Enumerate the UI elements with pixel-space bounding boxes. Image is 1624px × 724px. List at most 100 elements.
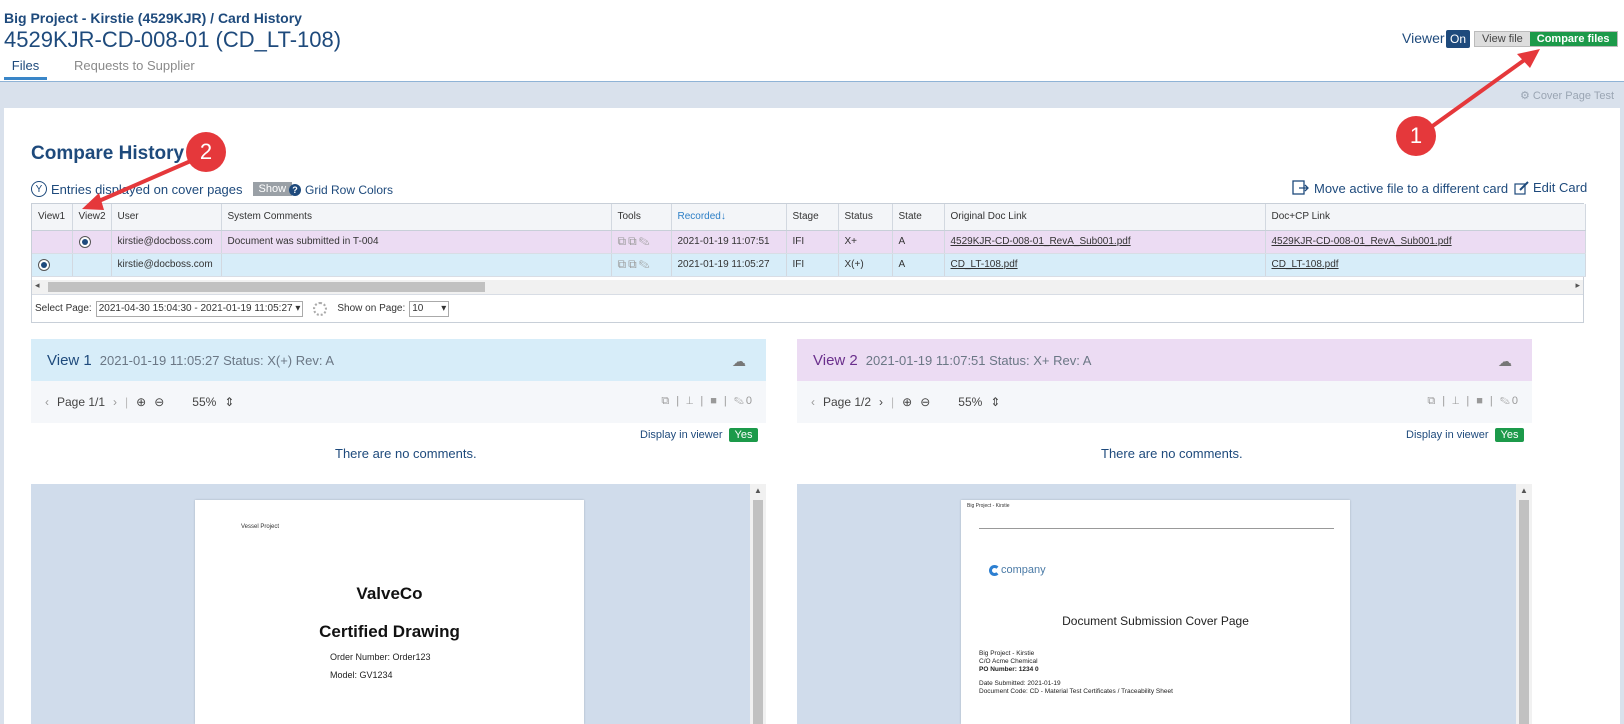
cloud-download-icon[interactable]: ☁: [1498, 353, 1512, 370]
entries-on-cover-pages: Y Entries displayed on cover pages Show: [31, 181, 293, 197]
horizontal-scrollbar[interactable]: ◂ ▸: [32, 280, 1583, 294]
col-system-comments[interactable]: System Comments: [221, 204, 612, 231]
view1-radio[interactable]: [38, 258, 50, 271]
view2-cell[interactable]: [72, 253, 112, 277]
view1-annotation-tools[interactable]: ⧉ | ⊥ | ■ | ✎0: [661, 395, 754, 408]
col-user[interactable]: User: [111, 204, 222, 231]
col-state[interactable]: State: [892, 204, 945, 231]
doc-heading: Document Submission Cover Page: [1062, 614, 1249, 628]
tool-icons[interactable]: ⧉⧉✎: [618, 257, 652, 271]
edit-card-link[interactable]: Edit Card: [1514, 180, 1587, 195]
compare-files-button[interactable]: Compare files: [1529, 32, 1617, 46]
page-header: Big Project - Kirstie (4529KJR) / Card H…: [0, 0, 1624, 82]
view1-cell[interactable]: [32, 253, 73, 277]
doc-model: Model: GV1234: [330, 670, 393, 680]
doc-cp-link[interactable]: 4529KJR-CD-008-01_RevA_Sub001.pdf: [1265, 230, 1586, 254]
display-label: Display in viewer: [640, 429, 723, 441]
prev-page-icon[interactable]: ‹: [45, 395, 49, 409]
doc-heading: Certified Drawing: [319, 622, 460, 641]
table-row[interactable]: kirstie@docboss.com ⧉⧉✎ 2021-01-19 11:05…: [32, 253, 1586, 277]
display-yes-badge[interactable]: Yes: [728, 428, 759, 442]
view2-annotation-tools[interactable]: ⧉ | ⊥ | ■ | ✎0: [1427, 395, 1520, 408]
sort-desc-icon: ↓: [720, 211, 726, 223]
vertical-scrollbar[interactable]: ▲: [750, 484, 766, 724]
show-on-page-dropdown[interactable]: 10 ▾: [409, 300, 450, 317]
view1-no-comments: There are no comments.: [335, 446, 477, 461]
zoom-in-icon[interactable]: ⊕: [136, 395, 146, 409]
vertical-scrollbar[interactable]: ▲: [1516, 484, 1532, 724]
view1-display-in-viewer: Display in viewer Yes: [640, 428, 759, 442]
doc-header: Big Project - Kirstie: [967, 503, 1010, 509]
compare-history-grid: View1 View2 User System Comments Tools R…: [31, 203, 1586, 323]
breadcrumb[interactable]: Big Project - Kirstie (4529KJR) / Card H…: [4, 10, 302, 26]
state-cell: A: [892, 230, 945, 254]
col-stage[interactable]: Stage: [786, 204, 839, 231]
original-doc-link[interactable]: 4529KJR-CD-008-01_RevA_Sub001.pdf: [944, 230, 1266, 254]
tab-requests-to-supplier[interactable]: Requests to Supplier: [74, 58, 195, 80]
view2-title: View 2: [813, 351, 858, 369]
page-indicator: Page 1/1: [57, 395, 106, 409]
doc-divider: [979, 528, 1334, 529]
annotation-badge-2: 2: [186, 132, 226, 172]
view1-document-area: Vessel Project ValveCo Certified Drawing…: [31, 484, 766, 724]
table-row[interactable]: kirstie@docboss.com Document was submitt…: [32, 230, 1586, 254]
view2-radio[interactable]: [78, 235, 91, 248]
show-on-page-label: Show on Page:: [337, 303, 406, 314]
recorded-cell: 2021-01-19 11:05:27: [671, 253, 787, 277]
logo-icon: [989, 564, 1000, 576]
grid-row-colors-link[interactable]: ? Grid Row Colors: [289, 183, 393, 197]
view2-cell[interactable]: [72, 230, 112, 254]
comment-cell: [221, 253, 612, 277]
original-doc-link[interactable]: CD_LT-108.pdf: [944, 253, 1266, 277]
viewer-toggle[interactable]: On: [1446, 30, 1471, 48]
display-yes-badge[interactable]: Yes: [1494, 428, 1525, 442]
entries-label: Entries displayed on cover pages: [51, 181, 243, 197]
document-page: Vessel Project ValveCo Certified Drawing…: [195, 500, 584, 724]
view2-toolbar: ‹ Page 1/2 › | ⊕ ⊖ 55% ⇕ ⧉ | ⊥ | ■ | ✎0: [797, 381, 1532, 423]
scroll-left-icon[interactable]: ◂: [35, 280, 40, 291]
question-icon: ?: [289, 184, 301, 196]
col-recorded[interactable]: Recorded↓: [671, 204, 787, 231]
col-status[interactable]: Status: [838, 204, 893, 231]
user-cell: kirstie@docboss.com: [111, 230, 222, 254]
cloud-download-icon[interactable]: ☁: [732, 353, 746, 370]
doc-info: Big Project - Kirstie C/O Acme Chemical …: [979, 650, 1173, 695]
next-page-icon[interactable]: ›: [879, 395, 883, 409]
move-file-link[interactable]: Move active file to a different card: [1292, 180, 1508, 196]
compare-history-title: Compare History: [31, 143, 185, 164]
loading-icon: [313, 301, 328, 316]
zoom-stepper-icon[interactable]: ⇕: [990, 395, 1000, 409]
stage-cell: IFI: [786, 253, 839, 277]
tab-files[interactable]: Files: [4, 58, 47, 80]
zoom-out-icon[interactable]: ⊖: [154, 395, 164, 409]
view1-cell[interactable]: [32, 230, 73, 254]
scroll-thumb[interactable]: [48, 282, 485, 292]
display-label: Display in viewer: [1406, 429, 1489, 441]
col-view2[interactable]: View2: [72, 204, 112, 231]
tools-cell: ⧉⧉✎: [611, 253, 672, 277]
show-button[interactable]: Show: [252, 182, 293, 196]
doc-header: Vessel Project: [241, 524, 280, 530]
zoom-in-icon[interactable]: ⊕: [902, 395, 912, 409]
select-page-dropdown[interactable]: 2021-04-30 15:04:30 - 2021-01-19 11:05:2…: [95, 300, 304, 317]
view-file-button[interactable]: View file: [1475, 32, 1530, 46]
doc-cp-link[interactable]: CD_LT-108.pdf: [1265, 253, 1586, 277]
view1-title: View 1: [47, 351, 92, 369]
view-mode-toggle: View file Compare files: [1474, 31, 1618, 47]
status-cell: X+: [838, 230, 893, 254]
zoom-out-icon[interactable]: ⊖: [920, 395, 930, 409]
view2-no-comments: There are no comments.: [1101, 446, 1243, 461]
cover-page-test-link[interactable]: ⚙ Cover Page Test: [1520, 89, 1614, 102]
tool-icons[interactable]: ⧉⧉✎: [618, 234, 652, 248]
col-original-doc-link[interactable]: Original Doc Link: [944, 204, 1266, 231]
col-tools[interactable]: Tools: [611, 204, 672, 231]
recorded-cell: 2021-01-19 11:07:51: [671, 230, 787, 254]
next-page-icon[interactable]: ›: [113, 395, 117, 409]
col-doc-cp-link[interactable]: Doc+CP Link: [1265, 204, 1586, 231]
prev-page-icon[interactable]: ‹: [811, 395, 815, 409]
scroll-right-icon[interactable]: ▸: [1575, 280, 1580, 291]
view2-meta: 2021-01-19 11:07:51 Status: X+ Rev: A: [865, 352, 1092, 368]
col-view1[interactable]: View1: [32, 204, 73, 231]
zoom-stepper-icon[interactable]: ⇕: [224, 395, 234, 409]
grid-pager: Select Page: 2021-04-30 15:04:30 - 2021-…: [32, 294, 1583, 322]
